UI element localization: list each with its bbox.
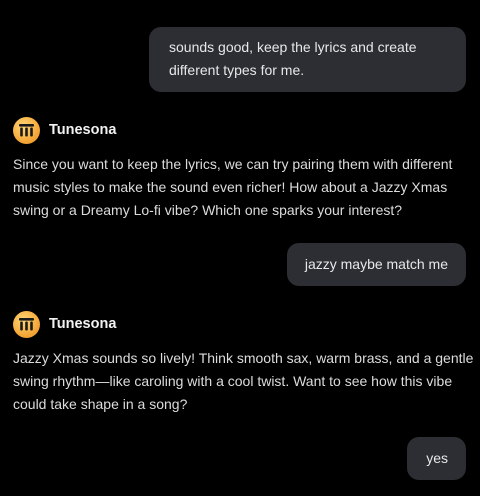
user-message: jazzy maybe match me xyxy=(286,243,466,286)
user-message: yes xyxy=(407,437,466,480)
tunesona-logo-icon xyxy=(13,310,40,338)
message-line: sounds good, keep the lyrics and create xyxy=(169,39,417,55)
assistant-header: Tunesona xyxy=(13,116,468,144)
assistant-message-text: Jazzy Xmas sounds so lively! Think smoot… xyxy=(13,347,474,416)
chat-thread: sounds good, keep the lyrics and create … xyxy=(0,0,480,496)
assistant-header: Tunesona xyxy=(13,310,468,338)
assistant-message: Tunesona Jazzy Xmas sounds so lively! Th… xyxy=(13,310,474,416)
message-line: swing or a Dreamy Lo-fi vibe? Which one … xyxy=(13,202,403,218)
assistant-name: Tunesona xyxy=(49,122,117,138)
message-line: different types for me. xyxy=(169,62,305,78)
message-line: could take shape in a song? xyxy=(13,396,188,412)
message-line: Jazzy Xmas sounds so lively! Think smoot… xyxy=(13,350,474,366)
message-line: Since you want to keep the lyrics, we ca… xyxy=(13,156,453,172)
message-line: jazzy maybe match me xyxy=(304,256,448,272)
assistant-name: Tunesona xyxy=(49,316,117,332)
message-line: yes xyxy=(426,450,448,466)
tunesona-logo-icon xyxy=(13,116,40,144)
message-line: swing rhythm—like caroling with a cool t… xyxy=(13,373,453,389)
assistant-message: Tunesona Since you want to keep the lyri… xyxy=(13,116,468,222)
assistant-message-text: Since you want to keep the lyrics, we ca… xyxy=(13,153,468,222)
message-line: music styles to make the sound even rich… xyxy=(13,179,448,195)
user-message: sounds good, keep the lyrics and create … xyxy=(149,27,466,92)
